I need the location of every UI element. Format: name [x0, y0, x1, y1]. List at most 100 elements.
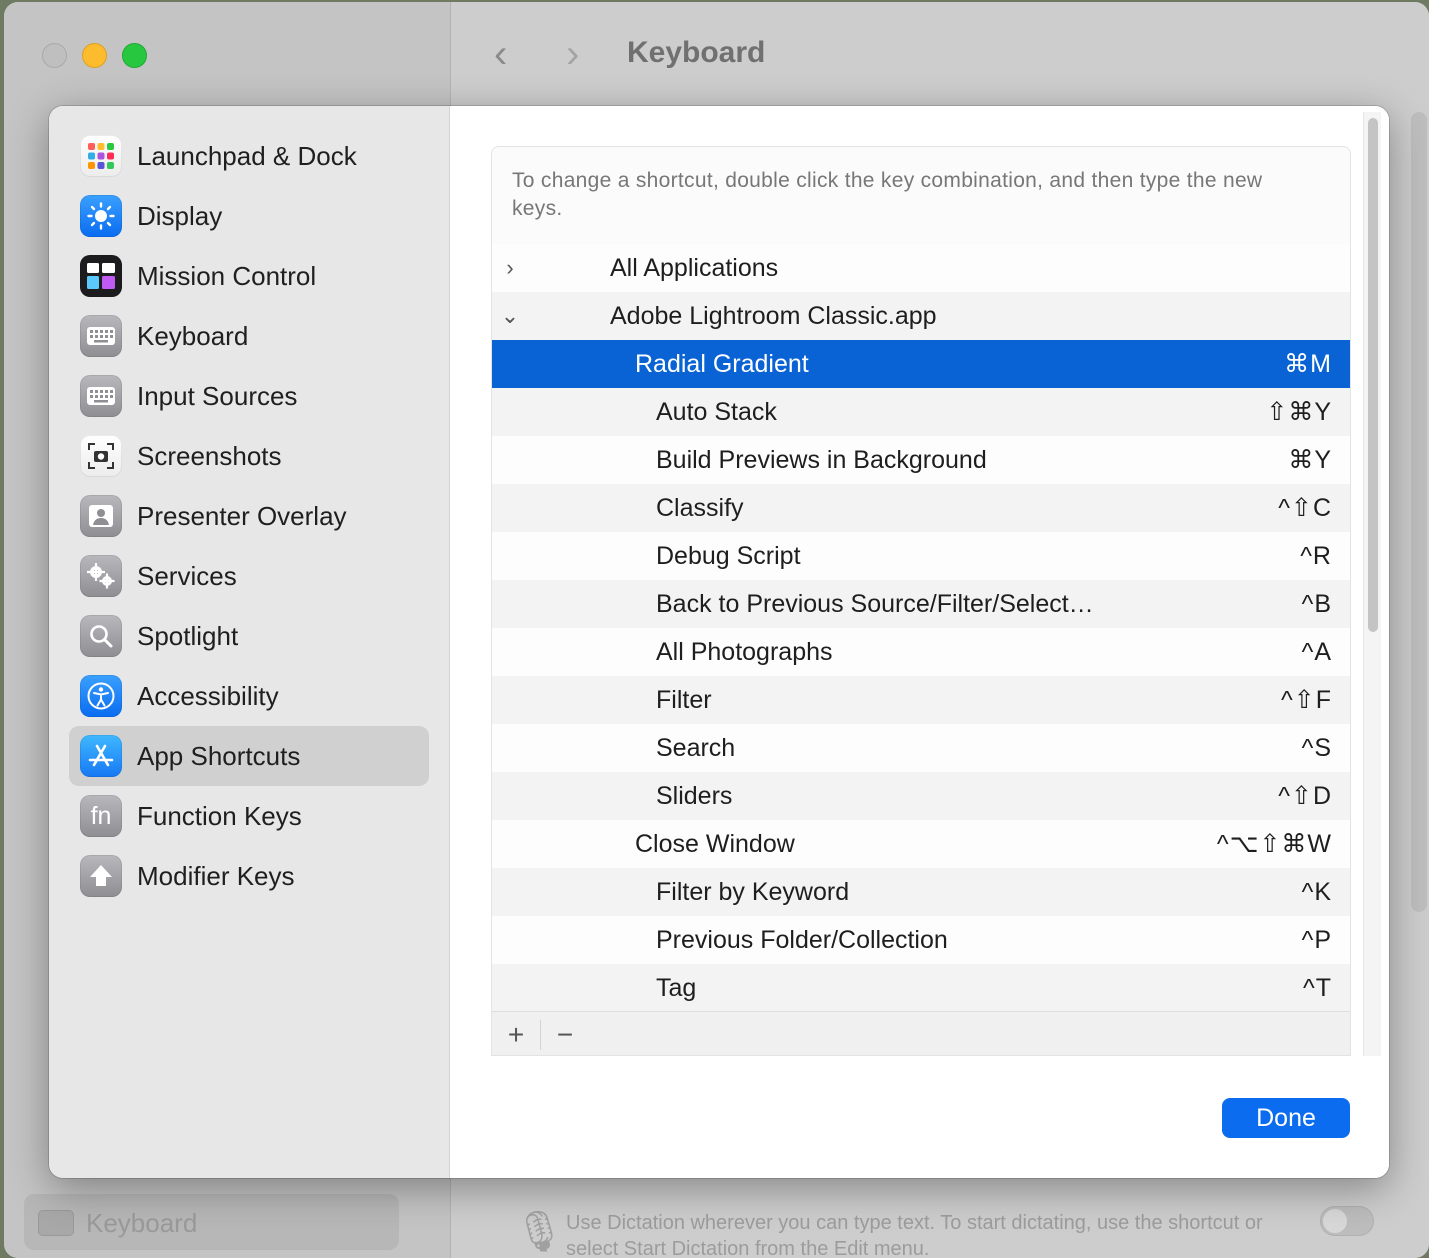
sidebar-item-launchpad-dock[interactable]: Launchpad & Dock [69, 126, 429, 186]
key-combination[interactable]: ^T [1303, 974, 1332, 1003]
instructions-text: To change a shortcut, double click the k… [512, 169, 1263, 220]
key-combination[interactable]: ^⇧F [1281, 685, 1332, 715]
fn-icon: fn [80, 795, 122, 837]
person-icon [80, 495, 122, 537]
shortcut-row[interactable]: Search ^S [492, 724, 1350, 772]
row-label: Previous Folder/Collection [656, 925, 948, 954]
row-label: Close Window [635, 829, 795, 858]
sidebar-item-label: Mission Control [137, 260, 317, 291]
key-combination[interactable]: ^⇧D [1278, 781, 1332, 811]
shortcut-row[interactable]: Back to Previous Source/Filter/Select… ^… [492, 580, 1350, 628]
sidebar-item-label: Modifier Keys [137, 860, 295, 891]
key-combination[interactable]: ^S [1302, 734, 1332, 763]
key-combination[interactable]: ⌘M [1284, 349, 1332, 379]
shortcut-row[interactable]: Filter by Keyword ^K [492, 868, 1350, 916]
sidebar-item-keyboard[interactable]: Keyboard [69, 306, 429, 366]
back-chevron-icon[interactable]: ‹ [494, 32, 507, 76]
sidebar-item-input-sources[interactable]: Input Sources [69, 366, 429, 426]
sidebar-item-spotlight[interactable]: Spotlight [69, 606, 429, 666]
window-minimize-button[interactable] [82, 43, 107, 68]
remove-shortcut-button[interactable]: − [541, 1012, 589, 1056]
key-combination[interactable]: ^R [1300, 542, 1332, 571]
window-close-button[interactable] [42, 43, 67, 68]
sidebar-item-screenshots[interactable]: Screenshots [69, 426, 429, 486]
shortcuts-sidebar: Launchpad & Dock Display Mission Control… [49, 106, 450, 1178]
dictation-description: Use Dictation wherever you can type text… [566, 1212, 1263, 1258]
key-combination[interactable]: ^B [1302, 590, 1332, 619]
add-shortcut-button[interactable]: + [492, 1012, 540, 1056]
sidebar-item-modifier-keys[interactable]: Modifier Keys [69, 846, 429, 906]
sidebar-item-presenter-overlay[interactable]: Presenter Overlay [69, 486, 429, 546]
key-combination[interactable]: ⇧⌘Y [1266, 397, 1332, 427]
row-label: Adobe Lightroom Classic.app [610, 301, 937, 330]
key-combination[interactable]: ^P [1302, 926, 1332, 955]
app-store-icon [80, 735, 122, 777]
row-label: Radial Gradient [635, 349, 809, 378]
sidebar-item-label: Input Sources [137, 380, 298, 411]
shortcut-row[interactable]: All Photographs ^A [492, 628, 1350, 676]
shortcut-row[interactable]: Close Window ^⌥⇧⌘W [492, 820, 1350, 868]
key-combination[interactable]: ^A [1302, 638, 1332, 667]
keyboard-icon [80, 375, 122, 417]
shortcut-row[interactable]: Classify ^⇧C [492, 484, 1350, 532]
row-label: Sliders [656, 781, 733, 810]
chevron-right-icon[interactable]: › [500, 255, 520, 281]
shortcuts-table: To change a shortcut, double click the k… [491, 146, 1351, 1056]
sidebar-item-mission-control[interactable]: Mission Control [69, 246, 429, 306]
shortcut-row[interactable]: Auto Stack ⇧⌘Y [492, 388, 1350, 436]
chevron-down-icon[interactable]: ⌄ [500, 303, 520, 329]
forward-chevron-icon[interactable]: › [566, 32, 579, 76]
sidebar-item-label: Function Keys [137, 800, 302, 831]
done-button[interactable]: Done [1222, 1098, 1350, 1138]
row-label: All Applications [610, 253, 779, 282]
group-row-lightroom[interactable]: ⌄ Adobe Lightroom Classic.app [492, 292, 1350, 340]
sidebar-item-accessibility[interactable]: Accessibility [69, 666, 429, 726]
row-label: Auto Stack [656, 397, 777, 426]
window-title: Keyboard [627, 36, 766, 69]
list-toolbar: + − [492, 1011, 1350, 1056]
shortcut-row[interactable]: Sliders ^⇧D [492, 772, 1350, 820]
background-sidebar-item-keyboard[interactable] [24, 1194, 399, 1250]
shortcut-row[interactable]: Tag ^T [492, 964, 1350, 1012]
camera-icon [80, 435, 122, 477]
sidebar-item-services[interactable]: Services [69, 546, 429, 606]
background-scrollbar[interactable] [1411, 112, 1427, 912]
keyboard-icon [80, 315, 122, 357]
row-label: Tag [656, 973, 697, 1002]
sidebar-item-app-shortcuts[interactable]: App Shortcuts [69, 726, 429, 786]
row-label: All Photographs [656, 637, 833, 666]
row-label: Debug Script [656, 541, 801, 570]
shortcut-row[interactable]: Filter ^⇧F [492, 676, 1350, 724]
up-arrow-icon [80, 855, 122, 897]
shortcut-row[interactable]: Radial Gradient ⌘M [492, 340, 1350, 388]
shortcut-row[interactable]: Debug Script ^R [492, 532, 1350, 580]
shortcuts-main-panel: To change a shortcut, double click the k… [450, 106, 1389, 1178]
dictation-toggle[interactable] [1320, 1206, 1374, 1236]
row-label: Back to Previous Source/Filter/Select… [656, 589, 1094, 618]
sidebar-item-label: Services [137, 560, 237, 591]
sidebar-item-display[interactable]: Display [69, 186, 429, 246]
sheet-footer: Done [450, 1056, 1389, 1178]
sidebar-item-label: Keyboard [137, 320, 249, 351]
group-row-all-applications[interactable]: › All Applications [492, 244, 1350, 292]
sidebar-item-label: App Shortcuts [137, 740, 301, 771]
key-combination[interactable]: ⌘Y [1288, 445, 1332, 475]
key-combination[interactable]: ^⇧C [1278, 493, 1332, 523]
window-zoom-button[interactable] [122, 43, 147, 68]
sun-icon [80, 195, 122, 237]
row-label: Filter by Keyword [656, 877, 850, 906]
sidebar-item-function-keys[interactable]: fn Function Keys [69, 786, 429, 846]
magnifier-icon [80, 615, 122, 657]
sheet-scrollbar[interactable] [1363, 112, 1381, 1060]
scrollbar-thumb[interactable] [1368, 118, 1378, 632]
sidebar-item-label: Display [137, 200, 223, 231]
key-combination[interactable]: ^⌥⇧⌘W [1217, 829, 1332, 859]
sidebar-item-label: Presenter Overlay [137, 500, 347, 531]
sidebar-item-label: Screenshots [137, 440, 282, 471]
keyboard-icon [38, 1210, 74, 1236]
shortcut-row[interactable]: Previous Folder/Collection ^P [492, 916, 1350, 964]
key-combination[interactable]: ^K [1302, 878, 1332, 907]
sidebar-item-label: Launchpad & Dock [137, 140, 357, 171]
shortcut-list: › All Applications ⌄ Adobe Lightroom Cla… [492, 244, 1350, 1012]
shortcut-row[interactable]: Build Previews in Background ⌘Y [492, 436, 1350, 484]
